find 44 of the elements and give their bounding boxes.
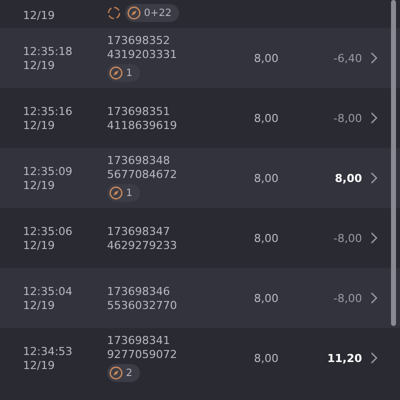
count-badge: 1: [107, 64, 140, 82]
date-text: 12/19: [23, 58, 56, 72]
id-text: 4319203331: [107, 48, 178, 61]
count-badge: 0+22: [125, 4, 180, 22]
time-text: 12:35:16: [23, 104, 74, 118]
amount-text: -8,00: [332, 292, 362, 304]
date-text: 12/19: [23, 238, 56, 252]
stake-text: 8,00: [253, 172, 280, 184]
id-text: 173698352: [107, 34, 171, 47]
time-text: 12:35:18: [23, 44, 74, 58]
amount-text: 8,00: [334, 172, 362, 184]
id-text: 4629279233: [107, 238, 178, 252]
transaction-row[interactable]: 12:35:04 12/19 173698346 5536032770 8,00 -8,00: [0, 268, 400, 328]
id-text: 173698351: [107, 104, 171, 118]
date-text: 12/19: [23, 178, 56, 192]
id-text: 5536032770: [107, 298, 178, 312]
stake-text: 8,00: [253, 352, 280, 364]
count-badge: 1: [107, 184, 140, 202]
transaction-row[interactable]: 12:35:09 12/19 173698348 5677084672 1 8,00 8,00: [0, 148, 400, 208]
stake-text: 8,00: [253, 52, 280, 64]
id-text: 9277059072: [107, 348, 178, 361]
date-text: 12/19: [23, 118, 56, 132]
stake-text: 8,00: [253, 112, 280, 124]
id-text: 173698346: [107, 284, 171, 298]
amount-text: -8,00: [332, 232, 362, 244]
time-text: 12:35:06: [23, 224, 74, 238]
count-badge: 2: [107, 364, 140, 382]
date-text: 12/19: [23, 358, 56, 372]
amount-text: -8,00: [332, 112, 362, 124]
transaction-row[interactable]: 12:35:18 12/19 173698352 4319203331 1 8,00 -6,40: [0, 28, 400, 88]
date-text: 12/19: [23, 9, 56, 22]
amount-text: 11,20: [326, 352, 362, 364]
id-text: 4118639619: [107, 118, 178, 132]
date-text: 12/19: [23, 298, 56, 312]
amount-text: -6,40: [332, 52, 362, 64]
stake-text: 8,00: [253, 232, 280, 244]
stake-text: 8,00: [253, 292, 280, 304]
id-text: 173698347: [107, 224, 171, 238]
id-text: 173698348: [107, 154, 171, 167]
time-text: 12:35:04: [23, 284, 74, 298]
id-text: 173698341: [107, 334, 171, 347]
id-text: 5677084672: [107, 168, 178, 181]
time-text: 12:34:53: [23, 344, 74, 358]
time-text: 12:35:09: [23, 164, 74, 178]
